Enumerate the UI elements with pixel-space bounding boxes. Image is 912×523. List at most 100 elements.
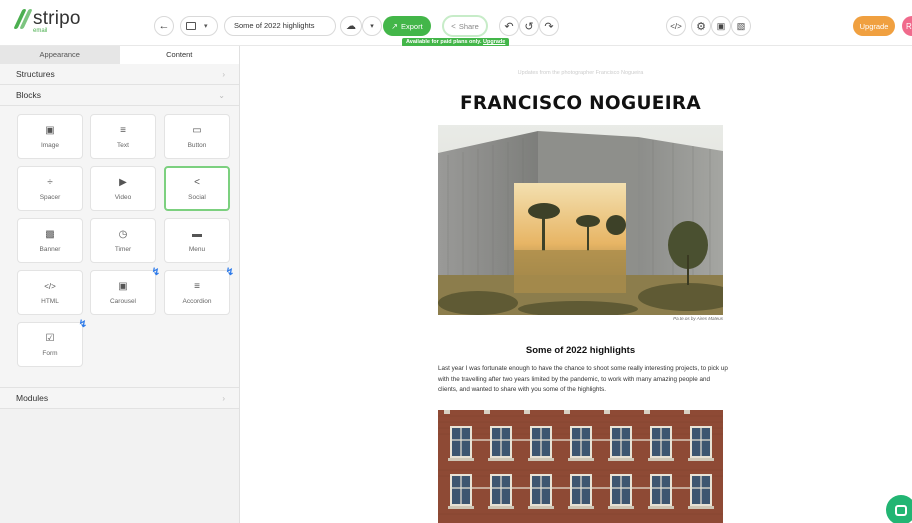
block-label: Carousel [109,297,136,305]
share-button[interactable]: < Share [442,15,488,37]
export-button[interactable]: ↗ Export [383,16,431,36]
email-title[interactable]: FRANCISCO NOGUEIRA [438,93,723,114]
building-image[interactable] [438,410,723,523]
image-icon: ▣ [45,124,55,136]
stripo-logo[interactable]: stripo email [16,8,81,35]
panel-tabs: Appearance Content [0,46,239,64]
undo-icon: ↶ [504,20,514,33]
chevron-down-icon: ▾ [370,23,374,30]
email-heading[interactable]: Some of 2022 highlights [438,345,723,356]
email-name-input[interactable]: Some of 2022 highlights [224,16,336,36]
chat-support-button[interactable] [886,495,912,523]
chevron-right-icon: › [222,394,225,403]
export-label: Export [401,21,423,31]
form-icon: ☑ [45,332,55,344]
hero-photo-svg [438,125,723,315]
block-label: Banner [39,245,61,253]
clipboard-icon: ▧ [736,20,746,31]
stripo-logo-icon [16,9,30,29]
block-label: Form [42,349,58,357]
section-structures-label: Structures [16,69,55,79]
back-button[interactable]: ← [154,16,174,36]
top-toolbar: stripo email ← ▾ Some of 2022 highlights… [0,0,912,47]
menu-icon: ▬ [192,228,202,240]
code-editor-button[interactable]: </> [666,16,686,36]
undo-button[interactable]: ↶ [499,16,519,36]
code-icon: </> [670,21,682,31]
block-label: Button [187,141,207,149]
timer-icon: ◷ [118,228,128,240]
arrow-left-icon: ← [158,20,170,32]
section-modules[interactable]: Modules › [0,388,239,409]
code-icon: </> [44,281,56,291]
block-spacer[interactable]: ÷ Spacer [17,166,83,211]
text-icon: ≡ [120,124,126,136]
avatar[interactable]: R [902,16,912,36]
share-label: Share [458,21,479,31]
redo-button[interactable]: ↷ [539,16,559,36]
chat-icon [895,504,907,516]
block-label: Social [188,193,206,201]
logo-subtext: email [33,28,48,34]
history-button[interactable]: ↺ [519,16,539,36]
upgrade-button[interactable]: Upgrade [853,16,895,36]
carousel-icon: ▣ [118,280,128,292]
redo-icon: ↷ [544,20,554,33]
preview-icon: ▣ [716,20,726,31]
logo-text: stripo [33,8,81,29]
export-icon: ↗ [391,21,398,31]
block-label: Menu [188,245,206,253]
block-label: Image [40,141,60,149]
section-blocks[interactable]: Blocks ⌄ [0,85,239,106]
section-blocks-label: Blocks [16,90,42,100]
lightning-icon: ↯ [151,267,160,278]
block-label: Spacer [39,193,61,201]
block-accordion[interactable]: ≡ Accordion ↯ [164,267,234,315]
section-modules-label: Modules [16,393,49,403]
content-panel: Appearance Content Structures › Blocks ⌄… [0,46,240,523]
video-icon: ▶ [119,176,127,188]
share-icon: < [194,176,200,188]
block-label: HTML [41,297,59,305]
lightning-icon: ↯ [78,319,87,330]
save-options-button[interactable]: ▾ [362,16,382,36]
block-label: Timer [114,245,132,253]
hero-image[interactable] [438,125,723,315]
tab-appearance[interactable]: Appearance [0,46,120,64]
block-form[interactable]: ☑ Form ↯ [17,319,87,367]
settings-button[interactable]: ⚙ [691,16,711,36]
upgrade-link[interactable]: Upgrade [483,39,505,45]
building-photo-svg [438,410,723,523]
banner-icon: ▩ [45,228,55,240]
block-label: Video [114,193,132,201]
block-image[interactable]: ▣ Image [17,114,83,159]
chevron-right-icon: › [222,70,225,79]
blocks-grid: ▣ Image ≡ Text ▭ Button ÷ Spacer ▶ Video… [0,106,239,388]
block-label: Accordion [182,297,212,305]
block-menu[interactable]: ▬ Menu [164,218,230,263]
email-preheader[interactable]: Updates from the photographer Francisco … [438,70,723,76]
section-structures[interactable]: Structures › [0,64,239,85]
block-carousel[interactable]: ▣ Carousel ↯ [90,267,160,315]
cloud-icon: ☁ [346,20,356,32]
tab-content[interactable]: Content [119,46,239,64]
block-social[interactable]: < Social [164,166,230,211]
block-timer[interactable]: ◷ Timer [90,218,156,263]
preview-button[interactable]: ▣ [711,16,731,36]
accordion-icon: ≡ [194,280,200,292]
chevron-down-icon: ▾ [204,23,208,30]
block-button[interactable]: ▭ Button [164,114,230,159]
block-video[interactable]: ▶ Video [90,166,156,211]
test-email-button[interactable]: ▧ [731,16,751,36]
block-text[interactable]: ≡ Text [90,114,156,159]
share-icon: < [451,21,456,31]
block-banner[interactable]: ▩ Banner [17,218,83,263]
view-mode-dropdown[interactable]: ▾ [180,16,218,36]
cloud-save-button[interactable]: ☁ [340,16,362,36]
block-html[interactable]: </> HTML [17,270,83,315]
email-body-text[interactable]: Last year I was fortunate enough to have… [438,364,728,396]
block-label: Text [117,141,129,149]
chevron-down-icon: ⌄ [218,91,225,100]
image-caption[interactable]: Pa.te.os by Aires Mateus [438,316,723,321]
history-icon: ↺ [524,20,534,33]
